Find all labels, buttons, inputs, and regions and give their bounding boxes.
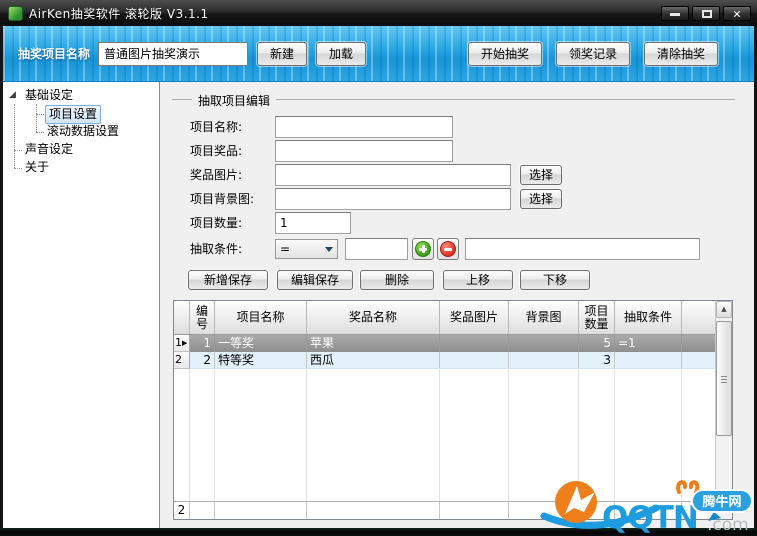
- minimize-button[interactable]: [661, 6, 689, 21]
- delete-button[interactable]: 删除: [360, 270, 434, 290]
- sidebar-item-scroll-data-settings[interactable]: 滚动数据设置: [3, 123, 159, 141]
- cell-prize-image: [440, 335, 509, 352]
- prize-image-field-label: 奖品图片:: [190, 164, 242, 186]
- new-button[interactable]: 新建: [257, 42, 307, 66]
- groupbox-title: 抽取项目编辑: [192, 92, 276, 109]
- sidebar-item-label: 声音设定: [25, 141, 73, 158]
- column-header[interactable]: 抽取条件: [615, 301, 682, 334]
- plus-icon: [415, 241, 431, 257]
- add-condition-button[interactable]: [412, 238, 434, 260]
- item-prize-input[interactable]: [275, 140, 453, 162]
- cell-prize-image: [440, 352, 509, 368]
- add-save-button[interactable]: 新增保存: [188, 270, 268, 290]
- qqtn-logo: QQTN .com 腾牛网: [538, 478, 757, 536]
- window-controls: ✕: [661, 6, 751, 21]
- qqtn-watermark: QQTN .com 腾牛网: [538, 478, 757, 536]
- top-toolbar: 抽奖项目名称 新建 加载 开始抽奖 领奖记录 清除抽奖: [3, 26, 754, 82]
- watermark-brand: QQTN: [602, 500, 698, 536]
- title-bar: AirKen抽奖软件 滚轮版 V3.1.1 ✕: [0, 0, 757, 26]
- move-down-button[interactable]: 下移: [520, 270, 590, 290]
- sidebar-item-label: 基础设定: [25, 87, 73, 104]
- tree-expand-icon[interactable]: ◢: [9, 90, 16, 100]
- project-name-label: 抽奖项目名称: [18, 45, 90, 62]
- remove-condition-button[interactable]: [437, 238, 459, 260]
- condition-operator-value: =: [280, 242, 290, 256]
- app-window: AirKen抽奖软件 滚轮版 V3.1.1 ✕ 抽奖项目名称 新建 加载 开始抽…: [0, 0, 757, 536]
- load-button[interactable]: 加载: [316, 42, 366, 66]
- footer-row-indicator: 2: [174, 502, 190, 519]
- background-image-field-label: 项目背景图:: [190, 188, 254, 210]
- start-lottery-button[interactable]: 开始抽奖: [468, 42, 542, 66]
- condition-value-input[interactable]: [345, 238, 408, 260]
- quantity-field-label: 项目数量:: [190, 212, 242, 234]
- column-header[interactable]: 奖品名称: [307, 301, 440, 334]
- app-icon: [8, 6, 23, 21]
- quantity-input[interactable]: [275, 212, 351, 234]
- row-number: 2: [175, 352, 182, 368]
- column-header[interactable]: 项目名称: [215, 301, 307, 334]
- cell-condition: =1: [615, 335, 682, 352]
- sidebar-item-label: 关于: [25, 159, 49, 176]
- main-panel: 抽取项目编辑 项目名称: 项目奖品: 奖品图片: 选择: [160, 82, 754, 528]
- column-header[interactable]: 奖品图片: [440, 301, 509, 334]
- cell-background: [509, 352, 579, 368]
- chevron-down-icon: [325, 247, 333, 256]
- maximize-button[interactable]: [692, 6, 720, 21]
- item-name-input[interactable]: [275, 116, 453, 138]
- maximize-icon: [702, 10, 712, 18]
- horn-right-icon: [691, 482, 697, 492]
- watermark-badge: 腾牛网: [701, 494, 741, 510]
- horn-left-icon: [678, 482, 685, 492]
- cell-condition: [615, 352, 682, 368]
- table-row[interactable]: 1▶ 1 一等奖 苹果 5 =1: [174, 335, 732, 352]
- close-icon: ✕: [724, 7, 750, 22]
- table-header: 编号 项目名称 奖品名称 奖品图片 背景图 项目数量 抽取条件: [174, 301, 732, 335]
- condition-expression-input[interactable]: [465, 238, 700, 260]
- prize-image-input[interactable]: [275, 164, 511, 186]
- cell-id: 2: [190, 352, 215, 368]
- scrollbar-grip-icon: [721, 376, 727, 383]
- cell-id: 1: [190, 335, 215, 352]
- condition-operator-select[interactable]: =: [275, 239, 338, 259]
- project-name-input[interactable]: [98, 42, 248, 66]
- move-up-button[interactable]: 上移: [443, 270, 513, 290]
- cell-quantity: 3: [579, 352, 615, 368]
- choose-background-image-button[interactable]: 选择: [520, 189, 562, 209]
- column-header[interactable]: 编号: [190, 301, 215, 334]
- edit-save-button[interactable]: 编辑保存: [277, 270, 353, 290]
- sidebar-item-about[interactable]: 关于: [3, 159, 159, 177]
- condition-field-label: 抽取条件:: [190, 238, 242, 260]
- sidebar-item-basic-settings[interactable]: ◢ 基础设定: [3, 87, 159, 105]
- settings-tree: ◢ 基础设定 项目设置 滚动数据设置 声音设定 关于: [3, 82, 160, 528]
- background-image-input[interactable]: [275, 188, 511, 210]
- project-name-field-label: 项目名称:: [190, 116, 242, 138]
- row-number: 1: [175, 335, 182, 351]
- window-title: AirKen抽奖软件 滚轮版 V3.1.1: [29, 5, 209, 22]
- cell-prize: 西瓜: [307, 352, 440, 368]
- minimize-icon: [670, 13, 680, 16]
- row-indicator-header: [174, 301, 190, 334]
- award-record-button[interactable]: 领奖记录: [556, 42, 630, 66]
- cell-quantity: 5: [579, 335, 615, 352]
- clear-lottery-button[interactable]: 清除抽奖: [644, 42, 718, 66]
- table-row[interactable]: 2 2 特等奖 西瓜 3: [174, 352, 732, 369]
- cell-background: [509, 335, 579, 352]
- sidebar-item-sound-settings[interactable]: 声音设定: [3, 141, 159, 159]
- scrollbar-thumb[interactable]: [716, 321, 732, 436]
- sidebar-item-label: 滚动数据设置: [47, 123, 119, 140]
- selected-row-marker-icon: ▶: [182, 335, 187, 351]
- choose-prize-image-button[interactable]: 选择: [520, 165, 562, 185]
- sidebar-item-label: 项目设置: [45, 105, 101, 124]
- sidebar-item-project-settings[interactable]: 项目设置: [3, 105, 159, 123]
- close-button[interactable]: ✕: [723, 6, 751, 21]
- cell-name: 一等奖: [215, 335, 307, 352]
- project-prize-field-label: 项目奖品:: [190, 140, 242, 162]
- column-header[interactable]: 背景图: [509, 301, 579, 334]
- cell-name: 特等奖: [215, 352, 307, 368]
- minus-icon: [440, 241, 456, 257]
- cell-prize: 苹果: [307, 335, 440, 352]
- column-header[interactable]: 项目数量: [579, 301, 615, 334]
- scroll-up-icon[interactable]: ▲: [716, 301, 732, 318]
